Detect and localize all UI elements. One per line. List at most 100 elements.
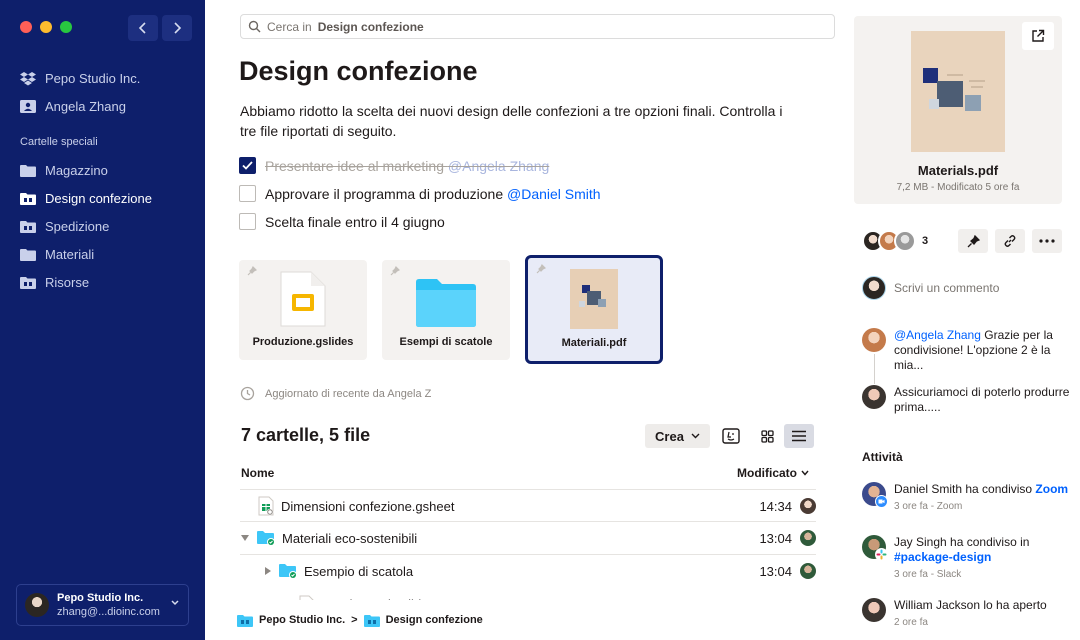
sidebar-item-personal[interactable]: Angela Zhang xyxy=(20,96,126,116)
sidebar-item-label: Design confezione xyxy=(45,190,152,206)
back-button[interactable] xyxy=(128,15,158,41)
preview-file-meta: 7,2 MB - Modificato 5 ore fa xyxy=(896,182,1020,193)
open-external-button[interactable] xyxy=(1022,22,1054,50)
search-scope: Design confezione xyxy=(317,19,424,34)
avatar xyxy=(800,498,816,514)
chevron-right-icon xyxy=(174,22,182,34)
user-mention[interactable]: @Daniel Smith xyxy=(507,186,601,202)
pinned-item[interactable]: Esempi di scatole xyxy=(382,260,510,360)
activity-item: Jay Singh ha condiviso in #package-design… xyxy=(862,535,1077,582)
column-header-name[interactable]: Nome xyxy=(241,466,274,480)
avatar xyxy=(25,593,49,617)
todo-checkbox[interactable] xyxy=(239,185,256,202)
more-options-button[interactable] xyxy=(1032,229,1062,253)
close-window-button[interactable] xyxy=(20,21,32,33)
search-icon xyxy=(248,20,261,33)
grid-view-button[interactable] xyxy=(752,424,782,448)
google-sheets-icon xyxy=(258,496,274,516)
account-name: Pepo Studio Inc. xyxy=(57,592,144,604)
activity-text: Jay Singh ha condiviso in #package-design xyxy=(894,535,1030,564)
pinned-item-label: Materiali.pdf xyxy=(561,337,627,349)
file-preview[interactable]: Materials.pdf 7,2 MB - Modificato 5 ore … xyxy=(854,16,1062,204)
pinned-item-selected[interactable]: Materiali.pdf xyxy=(525,255,663,364)
pinned-item-label: Esempi di scatole xyxy=(399,336,493,348)
collapse-triangle-icon[interactable] xyxy=(264,566,272,576)
preview-file-name: Materials.pdf xyxy=(917,163,999,178)
minimize-window-button[interactable] xyxy=(40,21,52,33)
sidebar-item-team[interactable]: Pepo Studio Inc. xyxy=(20,68,140,88)
recent-update-text: Aggiornato di recente da Angela Z xyxy=(265,387,432,400)
pinned-item-label: Produzione.gslides xyxy=(252,336,354,348)
sidebar-item-label: Spedizione xyxy=(45,218,110,234)
pinned-item[interactable]: Produzione.gslides xyxy=(239,260,367,360)
table-row[interactable]: Dimensioni confezione.gsheet 14:34 xyxy=(240,490,816,522)
breadcrumb-current[interactable]: Design confezione xyxy=(386,614,483,626)
comment-input[interactable]: Scrivi un commento xyxy=(862,276,999,300)
chevron-left-icon xyxy=(138,22,146,34)
todo-checkbox[interactable] xyxy=(239,157,256,174)
grid-icon xyxy=(760,429,774,443)
activity-meta: 3 ore fa - Slack xyxy=(894,569,962,580)
user-folder-icon xyxy=(20,100,36,113)
activity-meta: 3 ore fa - Zoom xyxy=(894,501,963,512)
activity-link[interactable]: Zoom xyxy=(1035,482,1068,496)
todo-item: Approvare il programma di produzione @Da… xyxy=(239,185,601,202)
slack-icon xyxy=(875,548,888,561)
folder-icon xyxy=(416,279,476,327)
breadcrumb-root[interactable]: Pepo Studio Inc. xyxy=(259,614,345,626)
shared-folder-icon xyxy=(257,531,275,546)
pin-button[interactable] xyxy=(958,229,988,253)
row-name-label: Dimensioni confezione.gsheet xyxy=(281,498,455,514)
create-button[interactable]: Crea xyxy=(645,424,710,448)
shared-with-avatars[interactable]: 3 xyxy=(862,230,928,252)
table-row[interactable]: Materiali eco-sostenibili 13:04 xyxy=(240,522,816,554)
maximize-window-button[interactable] xyxy=(60,21,72,33)
account-switcher[interactable]: Pepo Studio Inc. zhang@...dioinc.com xyxy=(16,584,189,626)
ellipsis-icon xyxy=(1039,239,1055,243)
external-link-icon xyxy=(1032,29,1045,42)
forward-button[interactable] xyxy=(162,15,192,41)
google-slides-icon xyxy=(280,271,326,327)
sidebar-item-spedizione[interactable]: Spedizione xyxy=(20,216,109,236)
search-input[interactable]: Cerca in Design confezione xyxy=(240,14,835,39)
avatar xyxy=(894,230,916,252)
account-email: zhang@...dioinc.com xyxy=(57,606,160,618)
sidebar-item-label: Angela Zhang xyxy=(45,98,126,114)
row-modified: 13:04 xyxy=(759,563,792,579)
sidebar-item-materiali[interactable]: Materiali xyxy=(20,244,94,264)
user-mention[interactable]: @Angela Zhang xyxy=(894,328,981,342)
zoom-icon xyxy=(875,495,888,508)
todo-checkbox[interactable] xyxy=(239,213,256,230)
sidebar: Pepo Studio Inc. Angela Zhang Cartelle s… xyxy=(0,0,205,640)
sidebar-item-risorse[interactable]: Risorse xyxy=(20,272,89,292)
pin-icon xyxy=(967,234,980,247)
comment-placeholder: Scrivi un commento xyxy=(894,281,1000,295)
folder-icon xyxy=(20,248,36,261)
expand-triangle-icon[interactable] xyxy=(240,533,250,543)
row-modified: 14:34 xyxy=(759,498,792,514)
column-header-label: Modificato xyxy=(737,466,797,480)
activity-link[interactable]: #package-design xyxy=(894,550,991,564)
desktop-view-button[interactable] xyxy=(716,424,746,448)
row-name: Dimensioni confezione.gsheet xyxy=(240,496,454,516)
copy-link-button[interactable] xyxy=(995,229,1025,253)
folder-description[interactable]: Abbiamo ridotto la scelta dei nuovi desi… xyxy=(240,101,800,141)
column-header-modified[interactable]: Modificato xyxy=(737,466,809,480)
todo-text: Scelta finale entro il 4 giugno xyxy=(265,213,445,230)
comment: @Angela Zhang Grazie per la condivisione… xyxy=(862,328,1077,373)
pin-icon xyxy=(536,264,546,274)
team-folder-icon xyxy=(237,614,253,627)
link-icon xyxy=(1004,235,1016,247)
activity-text: William Jackson lo ha aperto xyxy=(894,598,1047,612)
list-view-button[interactable] xyxy=(784,424,814,448)
table-row[interactable]: Esempio di scatola 13:04 xyxy=(240,555,816,587)
user-mention[interactable]: @Angela Zhang xyxy=(448,158,549,174)
chevron-down-icon xyxy=(171,600,179,606)
comment: Assicuriamoci di poterlo produrre prima.… xyxy=(862,385,1077,415)
sidebar-item-magazzino[interactable]: Magazzino xyxy=(20,160,108,180)
create-button-label: Crea xyxy=(655,428,684,444)
row-name: Materiali eco-sostenibili xyxy=(240,530,417,546)
sidebar-item-design-confezione[interactable]: Design confezione xyxy=(20,188,152,208)
folder-summary: 7 cartelle, 5 file xyxy=(241,425,371,445)
todo-item: Scelta finale entro il 4 giugno xyxy=(239,213,445,230)
